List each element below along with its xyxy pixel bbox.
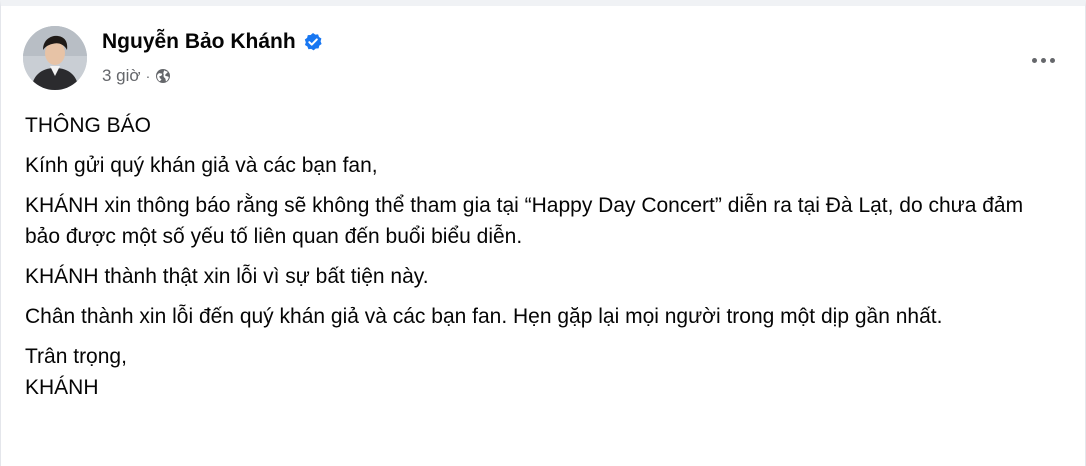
post-body: THÔNG BÁO Kính gửi quý khán giả và các b… [25, 110, 1061, 403]
globe-icon[interactable] [155, 68, 171, 84]
more-options-icon[interactable] [1023, 42, 1063, 78]
post-signature: KHÁNH [25, 376, 99, 399]
more-dot [1049, 57, 1055, 63]
post-paragraph: Kính gửi quý khán giả và các bạn fan, [25, 154, 378, 177]
post-closing: Trân trọng, [25, 345, 127, 368]
verified-badge-icon [303, 32, 323, 52]
post-header: Nguyễn Bảo Khánh 3 giờ · [1, 6, 1085, 98]
avatar-image [23, 26, 87, 90]
post-paragraph: Chân thành xin lỗi đến quý khán giả và c… [25, 305, 943, 328]
timestamp[interactable]: 3 giờ [102, 66, 141, 86]
post-heading: THÔNG BÁO [25, 114, 152, 137]
avatar[interactable] [23, 26, 87, 90]
author-name[interactable]: Nguyễn Bảo Khánh [102, 30, 296, 54]
more-dot [1031, 57, 1037, 63]
post-paragraph: KHÁNH thành thật xin lỗi vì sự bất tiện … [25, 265, 429, 288]
post-meta: 3 giờ · [102, 66, 171, 86]
meta-separator: · [145, 68, 151, 84]
facebook-post: Nguyễn Bảo Khánh 3 giờ · THÔNG BÁO Kính … [0, 0, 1086, 466]
post-paragraph: KHÁNH xin thông báo rằng sẽ không thể th… [25, 194, 1024, 248]
more-dot [1040, 57, 1046, 63]
author-name-row: Nguyễn Bảo Khánh [102, 30, 323, 54]
